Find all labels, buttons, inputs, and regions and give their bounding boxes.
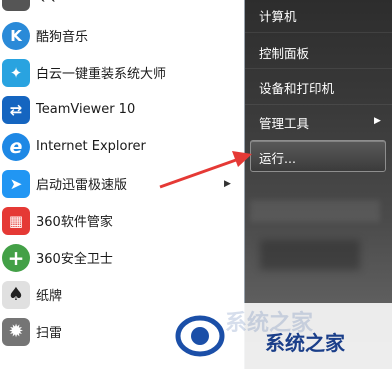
logo-icon — [175, 315, 225, 357]
watermark: 系统之家 系统之家 — [165, 303, 392, 369]
watermark-text: 系统之家 — [265, 331, 345, 355]
